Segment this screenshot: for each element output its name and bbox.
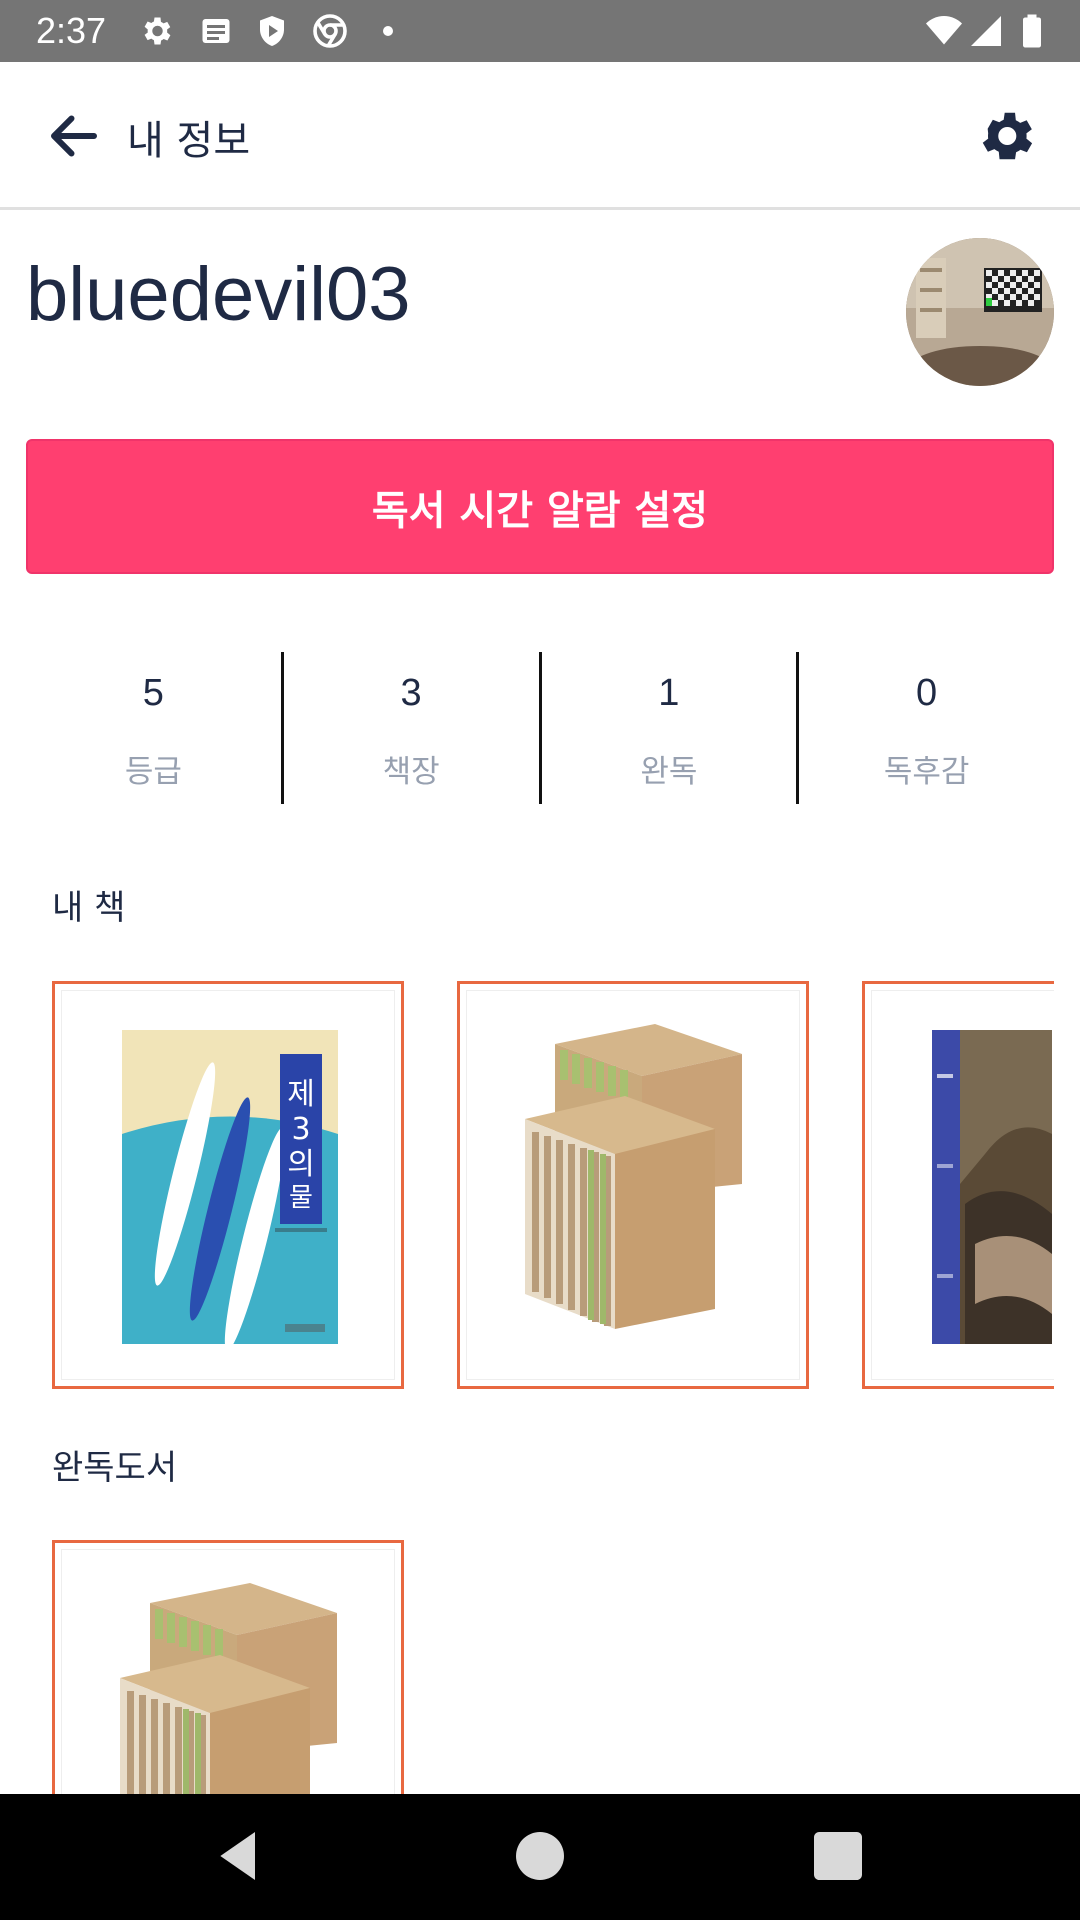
- stat-value: 1: [658, 672, 680, 714]
- finished-books-title: 완독도서: [52, 1448, 178, 1488]
- chrome-icon: [313, 14, 347, 48]
- book-cover: [932, 1030, 1052, 1344]
- battery-icon: [1023, 14, 1041, 48]
- book-card[interactable]: [862, 981, 1054, 1389]
- wifi-icon: [926, 16, 962, 45]
- book-card[interactable]: [457, 981, 809, 1389]
- gear-icon[interactable]: [975, 105, 1037, 167]
- book-cover-title: 제: [287, 1077, 315, 1112]
- settings-icon: [144, 17, 171, 45]
- stat-value: 5: [142, 672, 164, 714]
- svg-text:의: 의: [287, 1147, 315, 1182]
- stat-label: 독후감: [883, 754, 970, 790]
- my-books-title: 내 책: [52, 888, 126, 928]
- stats-panel: 5 등급 3 책장 1 완독 0 독후감: [26, 652, 1054, 804]
- app-bar: 내 정보: [0, 62, 1080, 210]
- stat-grade[interactable]: 5 등급: [26, 652, 281, 804]
- nav-home-icon[interactable]: [508, 1824, 572, 1888]
- svg-text:3: 3: [291, 1112, 310, 1147]
- notification-dot: [383, 26, 393, 36]
- book-cover: [525, 1024, 742, 1329]
- book-cover: [120, 1583, 337, 1794]
- shield-icon: [260, 16, 284, 46]
- stat-value: 3: [400, 672, 422, 714]
- stat-value: 0: [916, 672, 938, 714]
- signal-icon: [971, 16, 1001, 46]
- page-title: 내 정보: [127, 118, 251, 164]
- status-time: 2:37: [36, 10, 107, 51]
- stat-bookshelf[interactable]: 3 책장: [280, 652, 539, 804]
- notes-icon: [202, 19, 230, 43]
- stat-reviews[interactable]: 0 독후감: [796, 652, 1054, 804]
- reading-alarm-button[interactable]: 독서 시간 알람 설정: [26, 439, 1054, 574]
- nav-back-icon[interactable]: [207, 1824, 271, 1888]
- username: bluedevil03: [26, 252, 411, 337]
- nav-recents-icon[interactable]: [806, 1824, 870, 1888]
- back-arrow-icon[interactable]: [44, 106, 104, 166]
- book-card[interactable]: 제 3 의 물: [52, 981, 404, 1389]
- svg-text:물: 물: [289, 1183, 313, 1213]
- stat-finished[interactable]: 1 완독: [538, 652, 797, 804]
- my-books-list: 제 3 의 물: [52, 981, 1054, 1391]
- stat-label: 책장: [382, 754, 440, 790]
- avatar-image: [906, 238, 1054, 386]
- finished-books-list: [52, 1540, 1054, 1794]
- stat-label: 등급: [124, 754, 182, 790]
- book-card[interactable]: [52, 1540, 404, 1794]
- avatar[interactable]: [906, 238, 1054, 386]
- status-bar: 2:37: [0, 0, 1080, 62]
- navigation-bar: [0, 1794, 1080, 1920]
- book-cover: 제 3 의 물: [122, 1030, 338, 1351]
- stat-label: 완독: [640, 754, 698, 790]
